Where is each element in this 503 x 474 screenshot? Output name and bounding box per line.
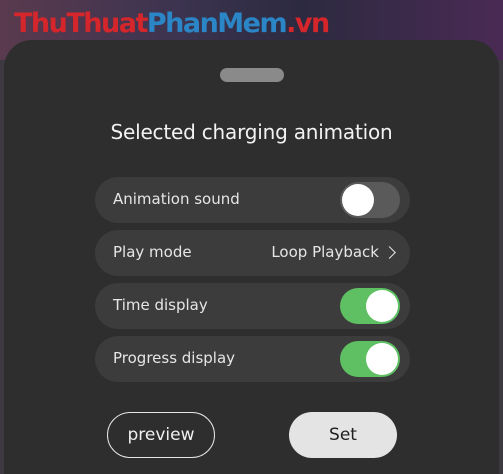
setting-row-animation-sound: Animation sound <box>95 177 410 223</box>
setting-row-play-mode[interactable]: Play mode Loop Playback <box>95 230 410 276</box>
toggle-knob <box>366 343 398 375</box>
sheet-title: Selected charging animation <box>110 120 393 144</box>
time-display-toggle[interactable] <box>340 288 400 324</box>
setting-label: Progress display <box>113 349 236 367</box>
chevron-right-icon <box>383 245 396 259</box>
drag-handle[interactable] <box>220 68 284 82</box>
toggle-knob <box>342 184 374 216</box>
play-mode-selector[interactable]: Loop Playback <box>271 243 396 261</box>
watermark-logo: ThuThuatPhanMem.vn <box>14 8 330 39</box>
setting-label: Play mode <box>113 243 192 261</box>
progress-display-toggle[interactable] <box>340 341 400 377</box>
animation-sound-toggle[interactable] <box>340 182 400 218</box>
setting-row-time-display: Time display <box>95 283 410 329</box>
set-button[interactable]: Set <box>289 412 397 458</box>
setting-label: Animation sound <box>113 190 240 208</box>
bottom-sheet: Selected charging animation Animation so… <box>4 40 499 474</box>
preview-button[interactable]: preview <box>107 412 215 458</box>
toggle-knob <box>366 290 398 322</box>
setting-label: Time display <box>113 296 208 314</box>
setting-row-progress-display: Progress display <box>95 336 410 382</box>
play-mode-value: Loop Playback <box>271 243 379 261</box>
